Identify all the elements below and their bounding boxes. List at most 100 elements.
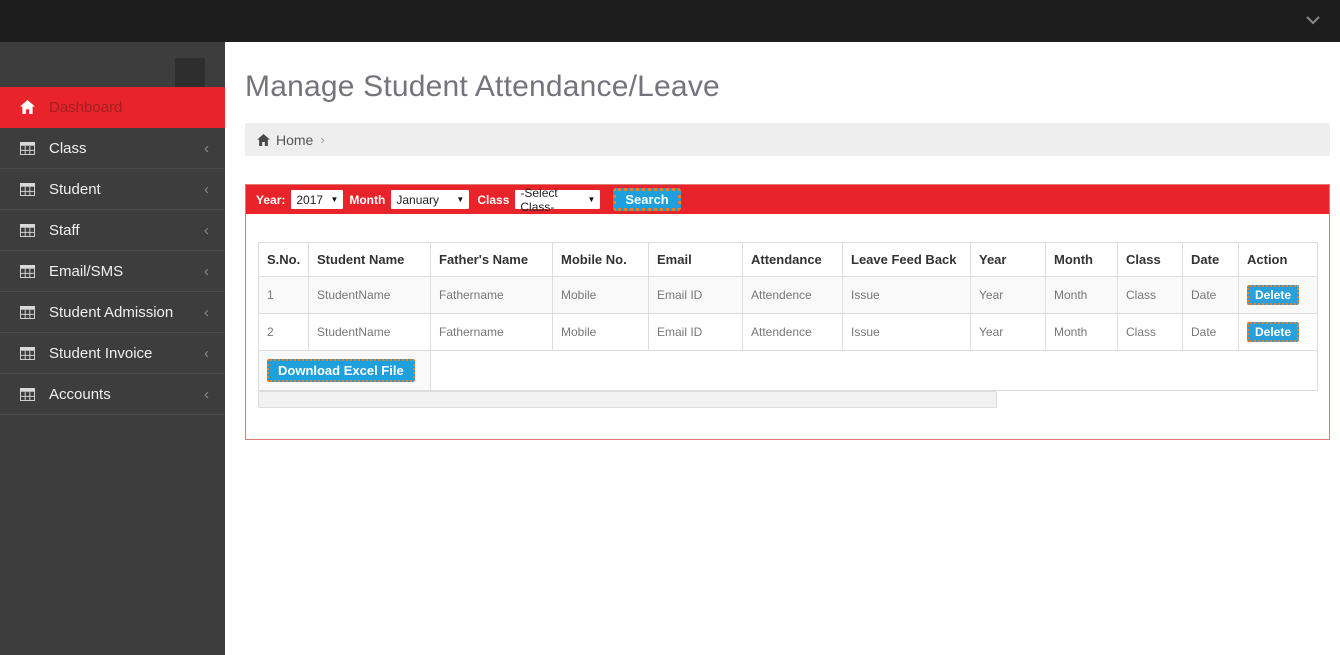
search-button[interactable]: Search <box>613 188 681 211</box>
cell-sno: 1 <box>258 276 309 314</box>
user-menu-chevron-down-icon[interactable] <box>1304 11 1322 29</box>
sidebar-item-label: Email/SMS <box>49 262 124 280</box>
table-row: 2 StudentName Fathername Mobile Email ID… <box>258 313 1318 351</box>
attendance-table: S.No. Student Name Father's Name Mobile … <box>258 242 1318 391</box>
column-header-leave-feedback: Leave Feed Back <box>842 242 971 277</box>
month-label: Month <box>349 192 386 207</box>
sidebar-item-class[interactable]: Class ‹ <box>0 128 225 169</box>
sidebar-item-label: Student Invoice <box>49 344 153 362</box>
cell-email: Email ID <box>648 313 743 351</box>
cell-action: Delete <box>1238 313 1318 351</box>
page-title: Manage Student Attendance/Leave <box>245 70 720 103</box>
main-content: Manage Student Attendance/Leave Home › Y… <box>225 42 1340 655</box>
delete-button[interactable]: Delete <box>1247 285 1300 305</box>
cell-sno: 2 <box>258 313 309 351</box>
table-icon <box>20 305 36 319</box>
download-row: Download Excel File <box>258 350 1318 391</box>
column-header-mobile: Mobile No. <box>552 242 649 277</box>
empty-cell <box>430 350 1318 391</box>
chevron-left-icon: ‹ <box>204 139 209 157</box>
column-header-month: Month <box>1045 242 1118 277</box>
cell-attendance: Attendence <box>742 313 843 351</box>
column-header-action: Action <box>1238 242 1318 277</box>
table-icon <box>20 264 36 278</box>
cell-attendance: Attendence <box>742 276 843 314</box>
sidebar-collapsed-box <box>175 58 205 87</box>
attendance-panel: Year: 2017 ▼ Month January ▼ Class -Sele… <box>245 184 1330 440</box>
sidebar-item-label: Class <box>49 139 87 157</box>
horizontal-scrollbar[interactable] <box>258 391 997 408</box>
sidebar-item-email-sms[interactable]: Email/SMS ‹ <box>0 251 225 292</box>
dropdown-arrow-icon: ▼ <box>456 195 465 204</box>
column-header-attendance: Attendance <box>742 242 843 277</box>
cell-date: Date <box>1182 276 1239 314</box>
sidebar-item-student-invoice[interactable]: Student Invoice ‹ <box>0 333 225 374</box>
class-label: Class <box>477 192 510 207</box>
filter-bar: Year: 2017 ▼ Month January ▼ Class -Sele… <box>246 185 1329 214</box>
cell-class: Class <box>1117 313 1183 351</box>
table-icon <box>20 346 36 360</box>
sidebar-item-accounts[interactable]: Accounts ‹ <box>0 374 225 415</box>
breadcrumb-home-link[interactable]: Home <box>257 132 313 148</box>
chevron-right-icon: › <box>320 132 325 147</box>
year-select-value: 2017 <box>296 192 324 207</box>
class-select[interactable]: -Select Class- ▼ <box>515 186 601 214</box>
cell-leave-feedback: Issue <box>842 313 971 351</box>
breadcrumb-home-label: Home <box>276 131 314 148</box>
column-header-fathers-name: Father's Name <box>430 242 553 277</box>
home-icon <box>20 100 36 114</box>
chevron-left-icon: ‹ <box>204 303 209 321</box>
cell-email: Email ID <box>648 276 743 314</box>
home-icon <box>257 133 270 146</box>
chevron-left-icon: ‹ <box>204 180 209 198</box>
sidebar-item-staff[interactable]: Staff ‹ <box>0 210 225 251</box>
column-header-year: Year <box>970 242 1046 277</box>
column-header-student-name: Student Name <box>308 242 431 277</box>
sidebar: Dashboard Class ‹ Student ‹ Staff ‹ Emai… <box>0 42 225 655</box>
cell-fathers-name: Fathername <box>430 276 553 314</box>
sidebar-header <box>0 42 225 87</box>
column-header-email: Email <box>648 242 743 277</box>
cell-leave-feedback: Issue <box>842 276 971 314</box>
cell-action: Delete <box>1238 276 1318 314</box>
table-icon <box>20 387 36 401</box>
column-header-class: Class <box>1117 242 1183 277</box>
sidebar-item-student-admission[interactable]: Student Admission ‹ <box>0 292 225 333</box>
cell-month: Month <box>1045 276 1118 314</box>
sidebar-item-label: Student <box>49 180 101 198</box>
table-row: 1 StudentName Fathername Mobile Email ID… <box>258 276 1318 314</box>
cell-date: Date <box>1182 313 1239 351</box>
table-icon <box>20 182 36 196</box>
sidebar-item-label: Dashboard <box>49 98 123 116</box>
month-select[interactable]: January ▼ <box>391 190 470 209</box>
download-cell: Download Excel File <box>258 350 431 391</box>
class-select-value: -Select Class- <box>520 185 558 214</box>
year-select[interactable]: 2017 ▼ <box>291 190 344 209</box>
sidebar-item-student[interactable]: Student ‹ <box>0 169 225 210</box>
cell-mobile: Mobile <box>552 313 649 351</box>
dropdown-arrow-icon: ▼ <box>330 195 339 204</box>
cell-student-name: StudentName <box>308 313 431 351</box>
breadcrumb: Home › <box>245 123 1330 156</box>
cell-fathers-name: Fathername <box>430 313 553 351</box>
sidebar-item-label: Accounts <box>49 385 111 403</box>
delete-button[interactable]: Delete <box>1247 322 1300 342</box>
cell-month: Month <box>1045 313 1118 351</box>
sidebar-item-label: Staff <box>49 221 80 239</box>
table-header-row: S.No. Student Name Father's Name Mobile … <box>258 242 1318 277</box>
sidebar-item-dashboard[interactable]: Dashboard <box>0 87 225 128</box>
chevron-left-icon: ‹ <box>204 344 209 362</box>
month-select-value: January <box>396 192 440 207</box>
cell-year: Year <box>970 313 1046 351</box>
chevron-left-icon: ‹ <box>204 221 209 239</box>
chevron-left-icon: ‹ <box>204 385 209 403</box>
column-header-date: Date <box>1182 242 1239 277</box>
table-icon <box>20 223 36 237</box>
sidebar-menu: Dashboard Class ‹ Student ‹ Staff ‹ Emai… <box>0 87 225 415</box>
cell-year: Year <box>970 276 1046 314</box>
table-icon <box>20 141 36 155</box>
download-excel-button[interactable]: Download Excel File <box>267 359 415 382</box>
dropdown-arrow-icon: ▼ <box>587 195 596 204</box>
cell-student-name: StudentName <box>308 276 431 314</box>
topbar <box>0 0 1340 42</box>
